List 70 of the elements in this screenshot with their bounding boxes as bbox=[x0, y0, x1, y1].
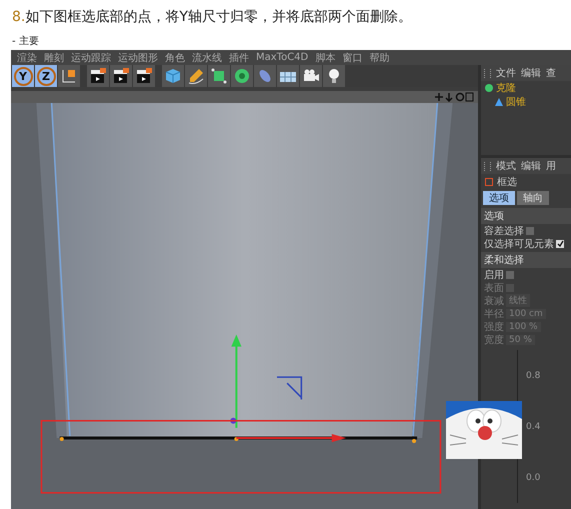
panel-menu-item[interactable]: 模式 bbox=[496, 159, 516, 173]
field-label: 启用 bbox=[484, 268, 504, 282]
section-header: 柔和选择 bbox=[481, 252, 571, 268]
field-label: 半径 bbox=[484, 308, 504, 320]
menu-item[interactable]: 帮助 bbox=[369, 50, 390, 64]
coordinate-tool-button[interactable] bbox=[58, 65, 80, 87]
grip-icon bbox=[484, 68, 491, 78]
panel-menu-item[interactable]: 编辑 bbox=[521, 159, 541, 173]
menu-item[interactable]: MaxToC4D bbox=[256, 52, 308, 63]
clapper-icon bbox=[135, 67, 153, 85]
step-instruction: 8.如下图框选底部的点，将Y轴尺寸归零，并将底部两个面删除。 bbox=[11, 8, 413, 27]
attribute-tab[interactable]: 轴向 bbox=[517, 191, 549, 205]
panel-menu-item[interactable]: 查 bbox=[546, 66, 556, 80]
floor-tool-button[interactable] bbox=[277, 65, 299, 87]
viewport-navigation-icon[interactable] bbox=[434, 92, 474, 102]
tool-name: 框选 bbox=[497, 176, 517, 189]
menu-item[interactable]: 运动跟踪 bbox=[71, 50, 111, 64]
menu-item[interactable]: 插件 bbox=[229, 50, 249, 64]
checkbox[interactable] bbox=[556, 240, 564, 248]
menu-item[interactable]: 流水线 bbox=[192, 50, 222, 64]
panel-menu-item[interactable]: 文件 bbox=[496, 66, 516, 80]
panel-menu-item[interactable]: 编辑 bbox=[521, 66, 541, 80]
field-label: 衰减 bbox=[484, 294, 504, 308]
figure-caption: - 主要 bbox=[11, 34, 40, 49]
field-label: 宽度 bbox=[484, 334, 504, 346]
axis-lock-button[interactable]: Y bbox=[12, 65, 34, 87]
coordinate-icon bbox=[60, 67, 78, 85]
cube-tool-button[interactable] bbox=[162, 65, 184, 87]
graph-tick-label: 0.4 bbox=[526, 422, 542, 432]
checkbox[interactable] bbox=[506, 270, 514, 278]
box-icon bbox=[210, 67, 228, 85]
clapper-icon bbox=[89, 67, 107, 85]
grip-icon bbox=[484, 162, 491, 170]
panel-menu-item[interactable]: 用 bbox=[546, 159, 556, 173]
menu-item[interactable]: 运动图形 bbox=[118, 50, 158, 64]
clapper-icon bbox=[112, 67, 130, 85]
camera-tool-button[interactable] bbox=[300, 65, 322, 87]
z-axis-handle bbox=[230, 418, 236, 424]
field-label: 仅选择可见元素 bbox=[484, 238, 554, 250]
cube-icon bbox=[164, 67, 182, 85]
axis-lock-button[interactable]: Z bbox=[35, 65, 57, 87]
section-header: 选项 bbox=[481, 208, 571, 224]
cloner-icon bbox=[485, 84, 493, 92]
capsule-tool-button[interactable] bbox=[254, 65, 276, 87]
corner-marker-icon bbox=[276, 376, 302, 400]
checkbox[interactable] bbox=[526, 226, 534, 234]
object-name[interactable]: 克隆 bbox=[496, 81, 516, 95]
clapper-tool-button[interactable] bbox=[87, 65, 109, 87]
graph-tick-label: 0.8 bbox=[526, 370, 542, 380]
field-label: 表面 bbox=[484, 282, 504, 294]
graph-tick-label: 0.0 bbox=[526, 472, 542, 482]
object-name[interactable]: 圆锥 bbox=[506, 95, 526, 109]
cone-icon bbox=[495, 98, 503, 106]
box-tool-button[interactable] bbox=[208, 65, 230, 87]
menu-item[interactable]: 窗口 bbox=[342, 50, 362, 64]
field-label: 容差选择 bbox=[484, 224, 524, 238]
bulb-tool-button[interactable] bbox=[323, 65, 345, 87]
clapper-tool-button[interactable] bbox=[110, 65, 132, 87]
flower-icon bbox=[233, 67, 251, 85]
menu-item[interactable]: 角色 bbox=[165, 50, 185, 64]
selection-tool-icon bbox=[485, 178, 493, 186]
menu-item[interactable]: 脚本 bbox=[315, 50, 336, 64]
clapper-tool-button[interactable] bbox=[133, 65, 155, 87]
flower-tool-button[interactable] bbox=[231, 65, 253, 87]
menu-item[interactable]: 雕刻 bbox=[44, 50, 64, 64]
pen-icon bbox=[187, 67, 205, 85]
field-label: 强度 bbox=[484, 320, 504, 334]
pen-tool-button[interactable] bbox=[185, 65, 207, 87]
menu-item[interactable]: 渲染 bbox=[17, 50, 37, 64]
attribute-tab[interactable]: 选项 bbox=[483, 191, 515, 205]
